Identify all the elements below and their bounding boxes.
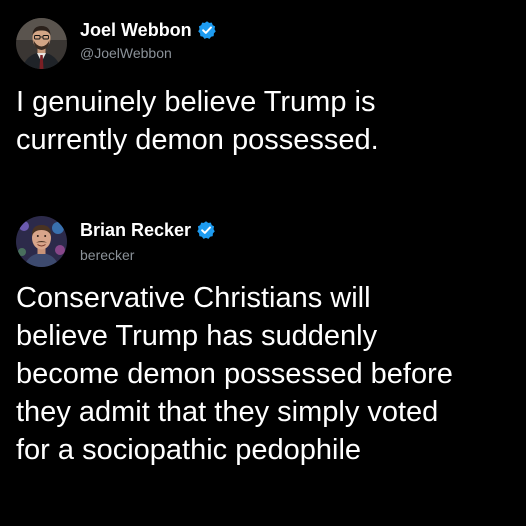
author-display-name[interactable]: Brian Recker <box>80 219 191 241</box>
author-handle[interactable]: @JoelWebbon <box>80 44 172 62</box>
author-display-name[interactable]: Joel Webbon <box>80 19 192 41</box>
avatar[interactable] <box>16 18 67 69</box>
verified-badge-icon <box>197 20 217 40</box>
post-text: Conservative Christians will believe Tru… <box>16 282 453 466</box>
author-name-row: Joel Webbon <box>80 19 217 41</box>
avatar-photo-brian-recker <box>16 216 67 267</box>
avatar-photo-joel-webbon <box>16 18 67 69</box>
author-name-row: Brian Recker <box>80 219 216 241</box>
author-handle[interactable]: berecker <box>80 246 134 264</box>
avatar[interactable] <box>16 216 67 267</box>
verified-badge-icon <box>196 220 216 240</box>
post-text: I genuinely believe Trump is currently d… <box>16 86 379 156</box>
